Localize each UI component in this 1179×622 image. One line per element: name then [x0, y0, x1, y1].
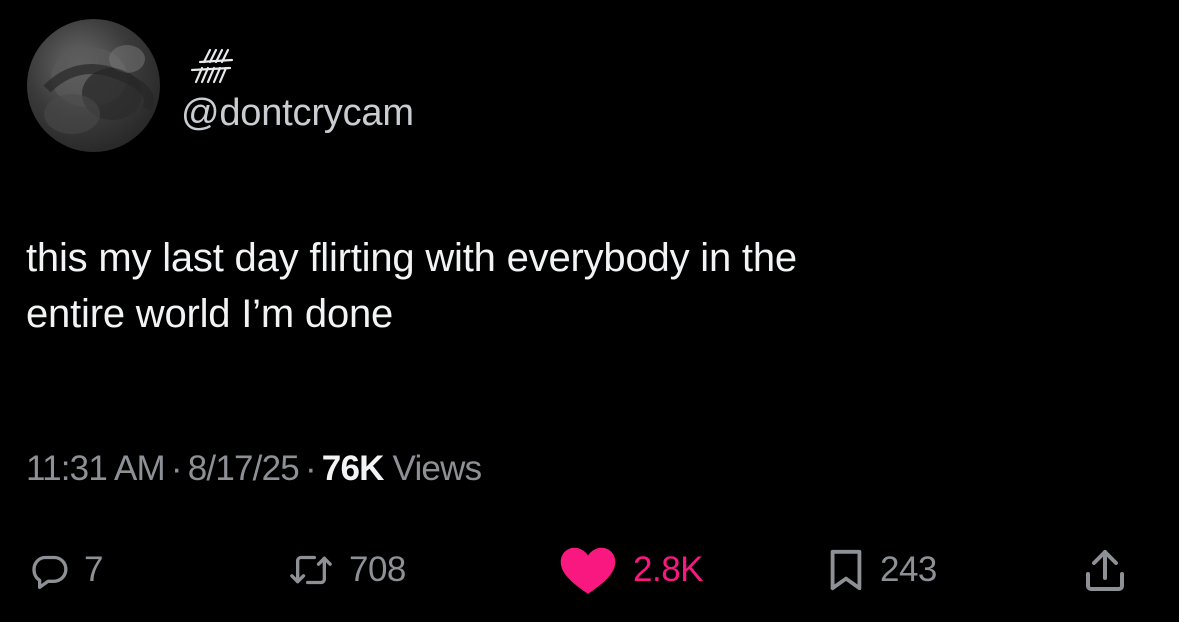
repost-count: 708 — [349, 550, 406, 589]
meta-separator: · — [304, 449, 317, 488]
tweet-time[interactable]: 11:31 AM — [26, 449, 166, 488]
repost-arrows-icon — [290, 555, 332, 585]
avatar-image — [43, 45, 154, 134]
user-handle[interactable]: @dontcrycam — [181, 91, 414, 135]
bookmark-count: 243 — [880, 550, 937, 589]
views-count[interactable]: 76K — [322, 449, 385, 488]
tweet-text-line: entire world I’m done — [26, 292, 394, 336]
bookmark-icon — [830, 549, 862, 591]
like-count: 2.8K — [633, 550, 704, 589]
reply-button[interactable]: 7 — [30, 540, 103, 600]
views-label: Views — [392, 449, 483, 488]
reply-count: 7 — [84, 550, 103, 589]
reply-bubble-icon — [32, 555, 68, 589]
avatar[interactable] — [27, 19, 160, 152]
scribble-name-icon — [190, 48, 234, 84]
repost-button[interactable]: 708 — [287, 540, 406, 600]
share-button[interactable] — [1083, 540, 1127, 600]
like-button[interactable]: 2.8K — [557, 540, 704, 600]
tweet-card: @dontcrycam this my last day flirting wi… — [0, 0, 1179, 622]
tweet-meta: 11:31 AM · 8/17/25 · 76K Views — [26, 447, 483, 491]
bookmark-button[interactable]: 243 — [826, 540, 937, 600]
action-bar: 7 708 2.8K 243 — [0, 540, 1179, 610]
meta-separator: · — [170, 449, 183, 488]
share-upload-icon — [1086, 550, 1124, 591]
tweet-text: this my last day flirting with everybody… — [26, 230, 1126, 342]
tweet-text-line: this my last day flirting with everybody… — [26, 236, 797, 280]
display-name-logo[interactable] — [190, 48, 238, 88]
heart-icon — [560, 547, 616, 594]
tweet-date[interactable]: 8/17/25 — [188, 449, 300, 488]
